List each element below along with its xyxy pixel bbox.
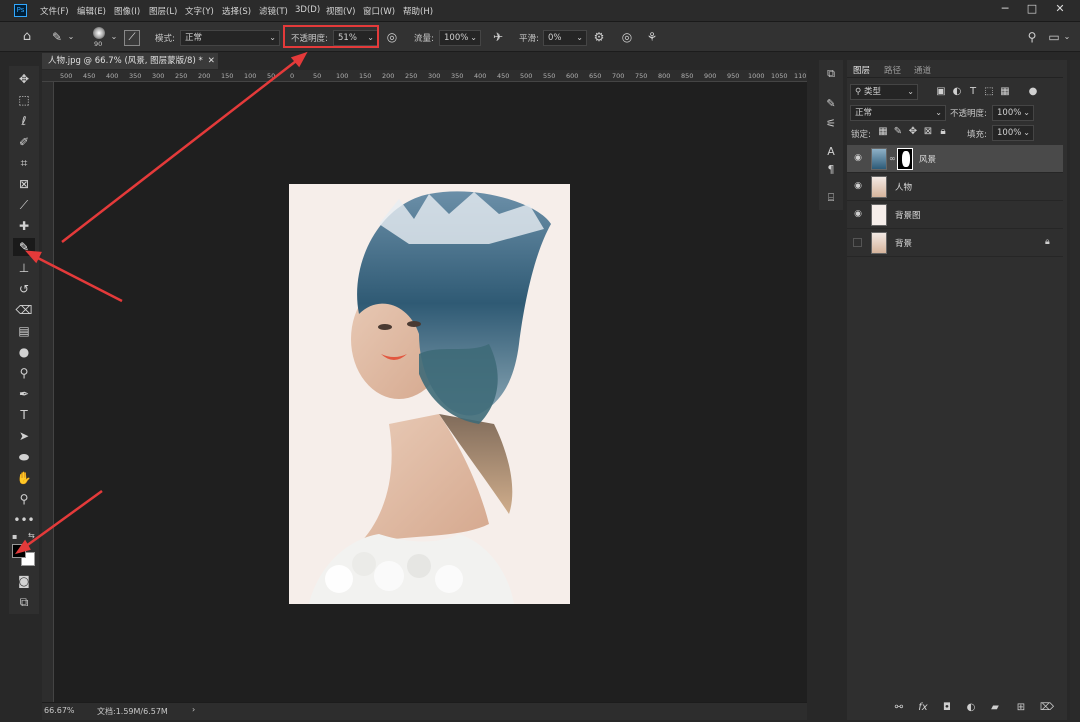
panel-divider (847, 77, 1063, 78)
layer-thumbnail (871, 176, 887, 198)
adjustment-icon[interactable]: ◐ (963, 700, 979, 716)
layer-thumbnail (871, 232, 887, 254)
tab-paths[interactable]: 路径 (884, 64, 901, 76)
lock-position-icon[interactable]: ✥ (907, 124, 919, 140)
lock-artboard-icon[interactable]: ⊠ (922, 124, 934, 140)
chevron-down-icon: ⌄ (935, 108, 942, 117)
chevron-down-icon: ⌄ (1023, 108, 1030, 117)
tab-layers[interactable]: 图层 (853, 64, 870, 76)
fx-icon[interactable]: fx (915, 700, 931, 716)
layer-name: 背景 (895, 239, 913, 249)
type-filter-icon[interactable]: T (967, 84, 979, 100)
document-info: 文档:1.59M/6.57M (97, 707, 168, 716)
blend-mode-value: 正常 (855, 108, 873, 118)
layer-opacity-label: 不透明度: (950, 109, 987, 119)
filter-toggle-icon[interactable]: ● (1028, 84, 1038, 100)
folder-icon[interactable]: ▰ (987, 700, 1003, 716)
lock-pixels-icon[interactable]: ✎ (892, 124, 904, 140)
blend-mode-select[interactable]: 正常 ⌄ (850, 105, 946, 121)
layer-name: 人物 (895, 183, 913, 193)
layer-name: 风景 (919, 155, 937, 165)
layer-row-bg-image[interactable]: ◉ 背景图 (847, 201, 1063, 229)
panel-dock: ⧉ ✎ ⚟ A ¶ ⌸ (819, 60, 843, 210)
tab-channels[interactable]: 通道 (914, 64, 931, 76)
mask-icon[interactable]: ◘ (939, 700, 955, 716)
character-panel-icon[interactable]: A (823, 144, 839, 160)
chevron-right-icon[interactable]: › (192, 705, 195, 714)
adjustment-filter-icon[interactable]: ◐ (951, 84, 963, 100)
link-icon[interactable]: ∞ (889, 154, 896, 163)
zoom-level[interactable]: 66.67% (44, 706, 75, 715)
layers-panel: 图层 路径 通道 ⚲ 类型 ⌄ ▣ ◐ T ⬚ ▦ ● 正常 ⌄ 不透明度: 100… (847, 60, 1067, 720)
layer-thumbnail (871, 204, 887, 226)
paragraph-panel-icon[interactable]: ¶ (823, 162, 839, 178)
history-panel-icon[interactable]: ⧉ (823, 66, 839, 82)
layer-thumbnail (871, 148, 887, 170)
layer-opacity-value: 100% (997, 108, 1022, 118)
fill-input[interactable]: 100% ⌄ (992, 125, 1034, 141)
smart-object-filter-icon[interactable]: ▦ (999, 84, 1011, 100)
link-icon[interactable]: ⚯ (891, 700, 907, 716)
lock-label: 锁定: (851, 130, 871, 140)
status-bar: 66.67% 文档:1.59M/6.57M › (42, 702, 807, 720)
layer-filter-select[interactable]: ⚲ 类型 ⌄ (850, 84, 918, 100)
filter-kind-value: 类型 (863, 87, 881, 97)
layer-row-background[interactable]: 背景 🔒︎ (847, 229, 1063, 257)
pixel-filter-icon[interactable]: ▣ (935, 84, 947, 100)
layer-name: 背景图 (895, 211, 921, 221)
chevron-down-icon: ⌄ (1023, 128, 1030, 137)
panel-scrollbar[interactable] (1070, 60, 1080, 720)
new-layer-icon[interactable]: ⊞ (1013, 700, 1029, 716)
lock-all-icon[interactable]: 🔒︎ (937, 124, 949, 140)
adjustments-panel-icon[interactable]: ⚟ (823, 116, 839, 132)
layer-mask-thumbnail[interactable] (897, 148, 913, 170)
layers-footer: ⚯ fx ◘ ◐ ▰ ⊞ ⌦ (847, 698, 1063, 718)
fill-value: 100% (997, 128, 1022, 138)
eye-icon[interactable]: ◉ (853, 181, 863, 191)
libraries-panel-icon[interactable]: ⌸ (823, 190, 839, 206)
lock-transparent-icon[interactable]: ▦ (877, 124, 889, 140)
eye-icon[interactable]: ◉ (853, 209, 863, 219)
layer-row-person[interactable]: ◉ 人物 (847, 173, 1063, 201)
lock-icon: 🔒︎ (1045, 237, 1050, 247)
fill-label: 填充: (967, 130, 987, 140)
eye-icon[interactable]: ◉ (853, 153, 863, 163)
trash-icon[interactable]: ⌦ (1039, 700, 1055, 716)
chevron-down-icon: ⌄ (907, 87, 914, 96)
visibility-toggle-off[interactable] (853, 238, 862, 247)
layer-row-scenery[interactable]: ◉ ∞ 风景 (847, 145, 1063, 173)
search-icon: ⚲ (855, 87, 864, 97)
shape-filter-icon[interactable]: ⬚ (983, 84, 995, 100)
brush-panel-icon[interactable]: ✎ (823, 96, 839, 112)
layer-opacity-input[interactable]: 100% ⌄ (992, 105, 1034, 121)
